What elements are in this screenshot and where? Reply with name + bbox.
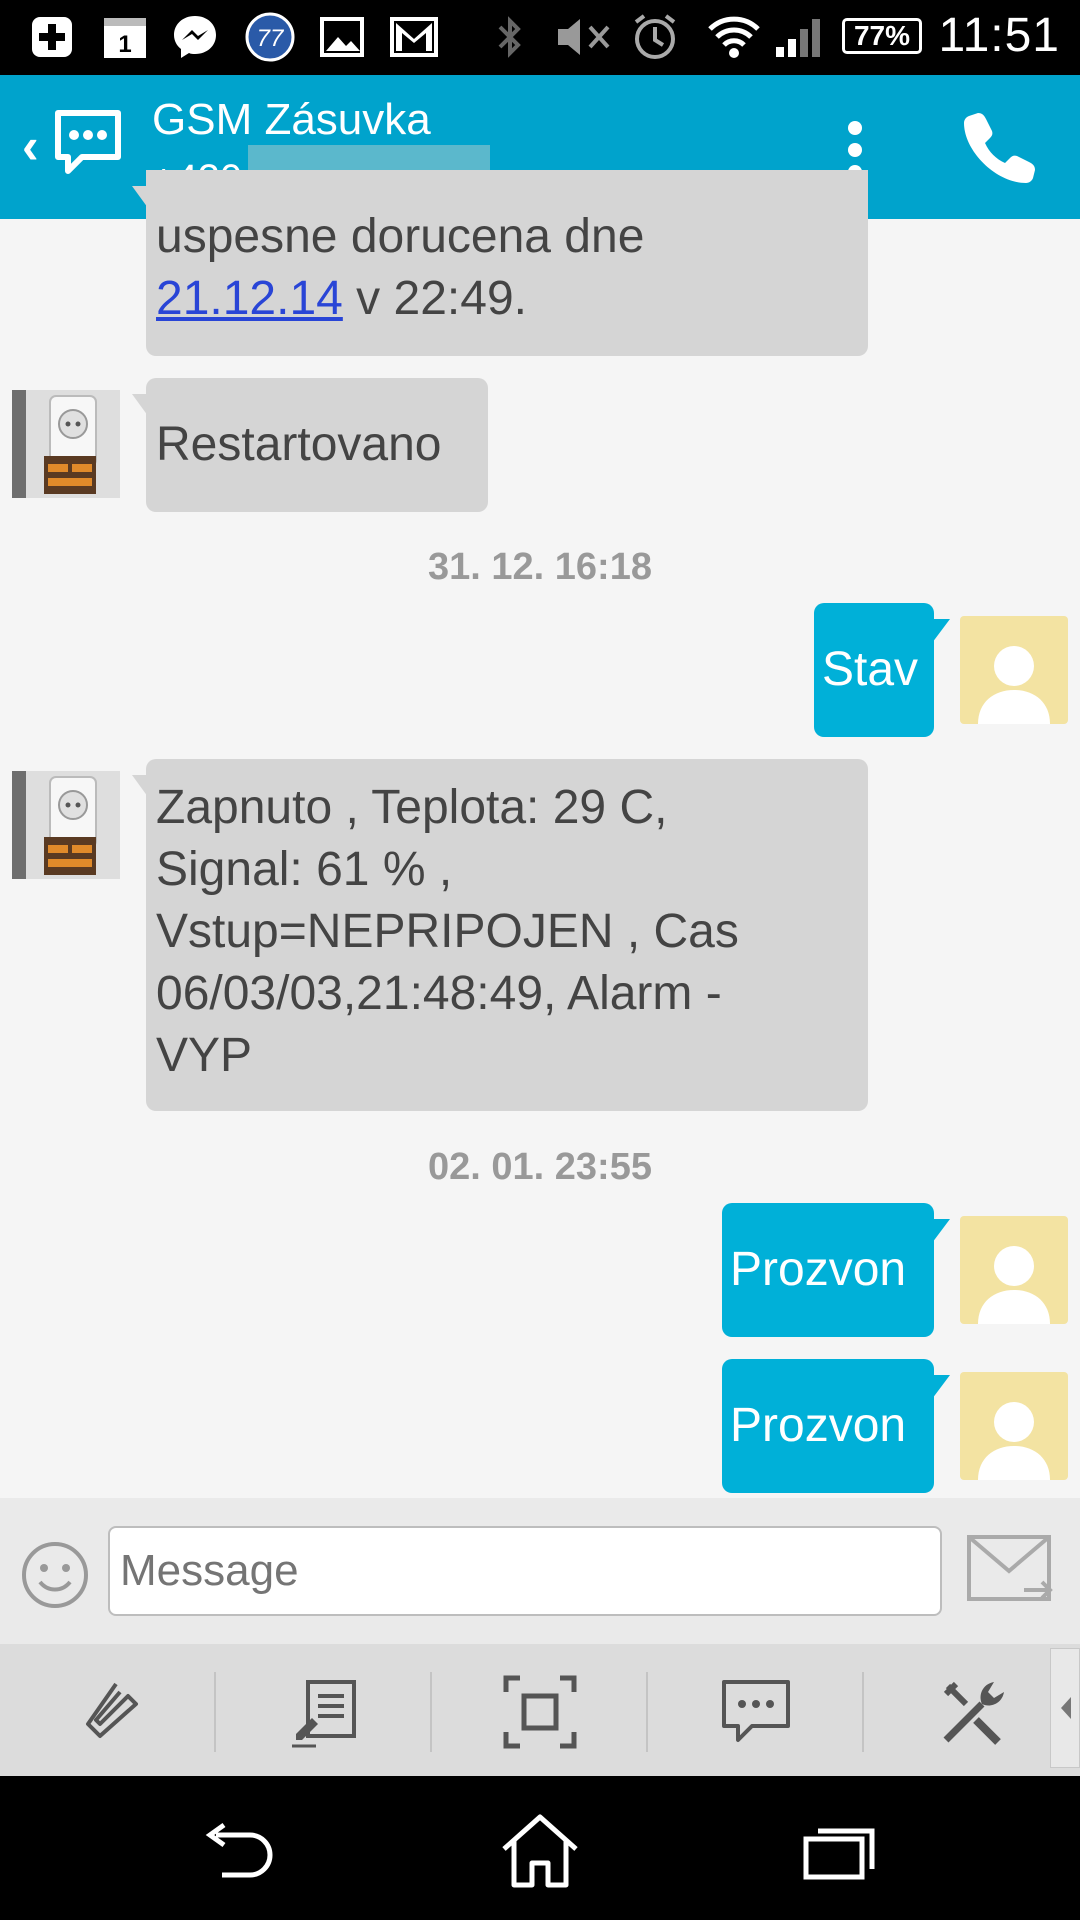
message-text-tail: v 22:49. [342,272,527,325]
message-line: Signal: 61 % , [156,843,453,896]
add-icon [30,12,74,62]
message-input[interactable] [108,1526,942,1616]
message-bubble-incoming[interactable]: Restartovano [132,378,488,512]
back-icon[interactable] [190,1806,290,1896]
battery-percent: 77% [853,20,911,51]
message-bubble-incoming[interactable]: Zapnuto , Teplota: 29 C, Signal: 61 % , … [132,759,868,1111]
message-line: VYP [156,1029,253,1082]
message-bubble-outgoing[interactable]: Prozvon [722,1359,950,1493]
gallery-icon [320,12,364,62]
user-avatar[interactable] [960,1372,1068,1480]
divider [430,1672,432,1752]
settings-tools-icon[interactable] [934,1672,1014,1752]
message-bubble-outgoing[interactable]: Stav [814,603,950,737]
message-timestamp: 31. 12. 16:18 [428,546,652,588]
home-icon[interactable] [490,1806,590,1896]
phone-icon[interactable] [960,107,1040,192]
clock: 11:51 [938,9,1060,62]
back-chevron-icon[interactable]: ‹ [22,117,39,175]
user-avatar[interactable] [960,1216,1068,1324]
wifi-icon [708,12,760,62]
message-bubble-incoming[interactable]: uspesne dorucena dne 21.12.14 v 22:49. [132,170,868,356]
navigation-bar [0,1776,1080,1920]
divider [214,1672,216,1752]
emoji-icon[interactable] [20,1540,90,1615]
message-timestamp: 02. 01. 23:55 [428,1146,652,1188]
quick-tools-bar [0,1644,1080,1776]
screenshot-icon[interactable] [500,1672,580,1752]
compose-bar [0,1498,1080,1644]
message-text: Restartovano [156,418,442,471]
messenger-icon [170,12,220,62]
divider [646,1672,648,1752]
message-line: Vstup=NEPRIPOJEN , Cas [156,905,739,958]
battery-icon: 77% [842,18,922,54]
message-line: Zapnuto , Teplota: 29 C, [156,781,668,834]
signal-icon [774,12,824,62]
recent-apps-icon[interactable] [790,1806,890,1896]
counter-icon: 77 [244,12,296,62]
contact-avatar[interactable] [12,771,120,879]
quick-reply-icon[interactable] [716,1672,796,1752]
user-avatar[interactable] [960,616,1068,724]
contact-name: GSM Zásuvka [152,95,431,144]
message-text: uspesne dorucena dne [156,210,645,263]
message-bubble-outgoing[interactable]: Prozvon [722,1203,950,1337]
divider [862,1672,864,1752]
attach-icon[interactable] [72,1672,152,1752]
bluetooth-icon [494,12,526,62]
gmail-icon [390,12,438,62]
calendar-icon: 1 [102,12,148,62]
notification-badge: 77 [257,25,285,52]
mute-icon [554,12,612,62]
calendar-day: 1 [118,31,131,58]
expand-tab-icon[interactable] [1050,1648,1080,1768]
message-text: Prozvon [730,1399,907,1452]
message-text: Prozvon [730,1243,907,1296]
message-text: Stav [822,643,919,696]
date-link[interactable]: 21.12.14 [156,272,343,325]
message-line: 06/03/03,21:48:49, Alarm - [156,967,722,1020]
alarm-icon [630,12,680,62]
template-icon[interactable] [286,1672,366,1752]
contact-avatar[interactable] [12,390,120,498]
message-app-icon[interactable] [52,107,124,184]
send-icon[interactable] [966,1534,1056,1613]
status-bar: 1 77 77% 11:51 [0,0,1080,75]
